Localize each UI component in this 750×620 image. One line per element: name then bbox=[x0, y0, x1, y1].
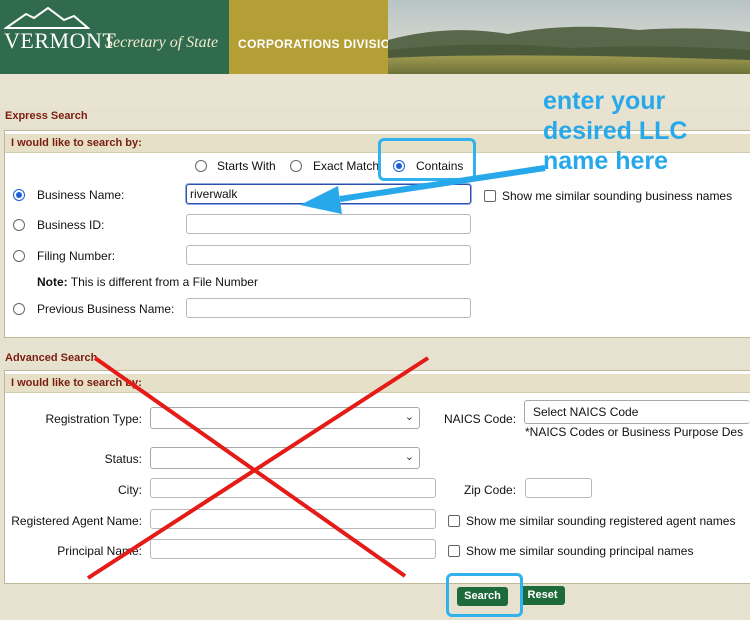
chevron-down-icon: ⌄ bbox=[404, 411, 414, 423]
similar-business-checkbox[interactable] bbox=[484, 190, 496, 202]
agent-label: Registered Agent Name: bbox=[11, 514, 142, 528]
previous-name-radio[interactable] bbox=[13, 303, 25, 315]
status-label: Status: bbox=[104, 452, 142, 466]
annotation-text: enter your desired LLC name here bbox=[543, 86, 743, 176]
exact-match-radio[interactable] bbox=[290, 160, 302, 172]
principal-label: Principal Name: bbox=[57, 544, 142, 558]
business-name-radio[interactable] bbox=[13, 189, 25, 201]
status-select[interactable]: ⌄ bbox=[150, 447, 420, 469]
business-id-radio[interactable] bbox=[13, 219, 25, 231]
annotation-line-2: desired LLC bbox=[543, 117, 688, 145]
previous-name-input[interactable] bbox=[186, 298, 471, 318]
filing-number-label: Filing Number: bbox=[37, 249, 116, 263]
city-input[interactable] bbox=[150, 478, 436, 498]
site-banner: VERMONT Secretary of State CORPORATIONS … bbox=[0, 0, 750, 74]
agent-similar-checkbox[interactable] bbox=[448, 515, 460, 527]
registration-type-select[interactable]: ⌄ bbox=[150, 407, 420, 429]
business-id-input[interactable] bbox=[186, 214, 471, 234]
agent-similar-label: Show me similar sounding registered agen… bbox=[466, 514, 736, 528]
naics-note: *NAICS Codes or Business Purpose Des bbox=[525, 425, 744, 439]
express-search-title: Express Search bbox=[5, 110, 88, 122]
landscape-photo bbox=[388, 0, 750, 74]
filing-number-input[interactable] bbox=[186, 245, 471, 265]
chevron-down-icon: ⌄ bbox=[404, 451, 414, 463]
naics-label: NAICS Code: bbox=[444, 412, 517, 426]
city-label: City: bbox=[118, 483, 142, 497]
business-name-label: Business Name: bbox=[37, 188, 125, 202]
advanced-subhead-label: I would like to search by: bbox=[11, 377, 142, 389]
principal-similar-checkbox[interactable] bbox=[448, 545, 460, 557]
filing-number-radio[interactable] bbox=[13, 250, 25, 262]
starts-with-label: Starts With bbox=[217, 159, 276, 173]
naics-select[interactable]: Select NAICS Code bbox=[524, 400, 750, 424]
note-text: This is different from a File Number bbox=[67, 275, 258, 289]
advanced-search-title: Advanced Search bbox=[5, 352, 98, 364]
contains-highlight-box bbox=[378, 138, 476, 181]
registration-type-label: Registration Type: bbox=[45, 412, 143, 426]
exact-match-label: Exact Match bbox=[313, 159, 380, 173]
advanced-subhead: I would like to search by: bbox=[5, 374, 750, 393]
note-bold: Note: bbox=[37, 275, 68, 289]
similar-business-label: Show me similar sounding business names bbox=[502, 189, 733, 203]
zip-label: Zip Code: bbox=[464, 483, 517, 497]
principal-input[interactable] bbox=[150, 539, 436, 559]
reset-button[interactable]: Reset bbox=[520, 586, 565, 605]
annotation-line-3: name here bbox=[543, 147, 669, 175]
agent-input[interactable] bbox=[150, 509, 436, 529]
business-id-label: Business ID: bbox=[37, 218, 105, 232]
previous-name-label: Previous Business Name: bbox=[37, 302, 175, 316]
annotation-line-1: enter your bbox=[543, 87, 666, 115]
vermont-logo-text: VERMONT bbox=[4, 28, 117, 53]
business-name-input[interactable]: riverwalk bbox=[186, 184, 471, 204]
corporations-division-text: CORPORATIONS DIVISION bbox=[238, 37, 400, 51]
filing-note: Note: This is different from a File Numb… bbox=[37, 275, 258, 289]
zip-input[interactable] bbox=[525, 478, 592, 498]
search-highlight-box bbox=[446, 573, 523, 617]
express-subhead-label: I would like to search by: bbox=[11, 137, 142, 149]
principal-similar-label: Show me similar sounding principal names bbox=[466, 544, 694, 558]
naics-select-value: Select NAICS Code bbox=[533, 405, 639, 419]
mountain-logo-icon bbox=[4, 6, 90, 29]
secretary-of-state-text: Secretary of State bbox=[105, 34, 219, 51]
starts-with-radio[interactable] bbox=[195, 160, 207, 172]
